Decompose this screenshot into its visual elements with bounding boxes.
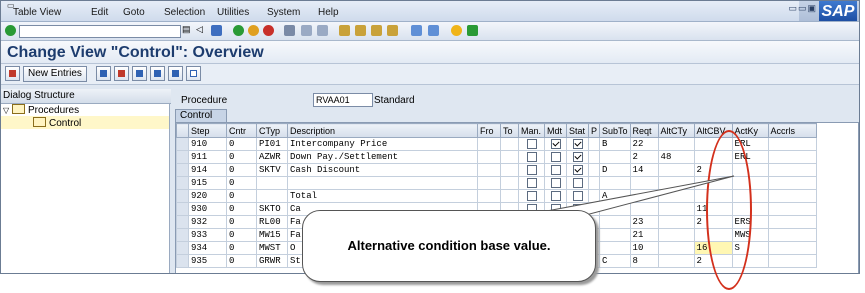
- callout-box: Alternative condition base value.: [302, 210, 596, 282]
- callout-text: Alternative condition base value.: [347, 238, 551, 253]
